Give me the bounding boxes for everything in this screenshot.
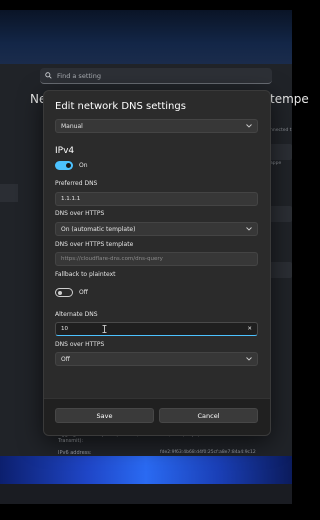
alternate-doh-label: DNS over HTTPS	[55, 341, 105, 348]
clear-icon[interactable]: ✕	[247, 326, 252, 332]
cancel-button[interactable]: Cancel	[159, 408, 258, 423]
doh-template-input[interactable]: https://cloudflare-dns.com/dns-query	[55, 252, 258, 266]
preferred-dns-label: Preferred DNS	[55, 180, 98, 187]
alternate-dns-label: Alternate DNS	[55, 311, 98, 318]
preferred-dns-input[interactable]: 1.1.1.1	[55, 192, 258, 206]
background-side-text: nnected t	[270, 128, 292, 133]
wallpaper-top	[0, 10, 292, 66]
dialog-footer: Save Cancel	[44, 398, 270, 435]
save-button[interactable]: Save	[55, 408, 154, 423]
preferred-doh-label: DNS over HTTPS	[55, 210, 105, 217]
background-row	[270, 262, 292, 278]
settings-search-input[interactable]: Find a setting	[40, 68, 272, 84]
edit-dns-dialog: Edit network DNS settings Manual IPv4 On…	[43, 90, 271, 436]
search-placeholder: Find a setting	[57, 71, 101, 80]
text-cursor-icon	[102, 325, 107, 333]
ipv4-toggle-state: On	[79, 162, 88, 169]
dialog-title: Edit network DNS settings	[55, 101, 186, 112]
fallback-label: Fallback to plaintext	[55, 271, 116, 278]
background-row-value: fde2:9f63:4b68:d4f0:25cf:a8e7:84a4:9c12	[160, 450, 256, 455]
alternate-doh-value: Off	[61, 355, 70, 363]
fallback-toggle-state: Off	[79, 289, 88, 296]
chevron-down-icon	[246, 357, 252, 361]
wallpaper-bottom	[0, 456, 292, 486]
fallback-toggle[interactable]	[55, 288, 73, 297]
alternate-doh-select[interactable]: Off	[55, 352, 258, 366]
chevron-down-icon	[246, 227, 252, 231]
search-icon	[45, 72, 52, 79]
preferred-doh-value: On (automatic template)	[61, 225, 136, 233]
taskbar	[0, 484, 292, 504]
dns-mode-select[interactable]: Manual	[55, 119, 258, 133]
dns-mode-value: Manual	[61, 122, 83, 130]
preferred-dns-value: 1.1.1.1	[61, 196, 81, 202]
ipv4-heading: IPv4	[55, 146, 75, 156]
alternate-dns-input[interactable]: 10 ✕	[55, 322, 258, 336]
chevron-down-icon	[246, 124, 252, 128]
bottom-bezel	[0, 504, 292, 520]
background-page-heading-right: tempe	[270, 92, 309, 106]
background-row	[270, 144, 292, 160]
ipv4-toggle[interactable]	[55, 161, 73, 170]
alternate-dns-value: 10	[61, 326, 68, 332]
preferred-doh-select[interactable]: On (automatic template)	[55, 222, 258, 236]
background-row	[270, 206, 292, 222]
top-bezel	[0, 0, 292, 10]
background-nav-item	[0, 184, 18, 202]
doh-template-placeholder: https://cloudflare-dns.com/dns-query	[61, 256, 163, 262]
doh-template-label: DNS over HTTPS template	[55, 241, 134, 248]
